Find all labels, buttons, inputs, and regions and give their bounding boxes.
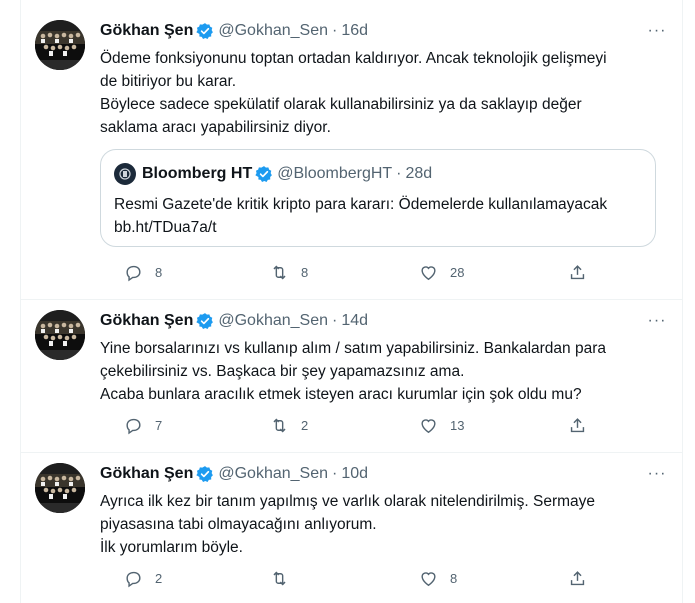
author-name[interactable]: Gökhan Şen (100, 22, 193, 40)
timestamp[interactable]: 16d (341, 22, 368, 40)
tweet-actions: 7 2 13 (100, 413, 600, 437)
reply-count: 7 (155, 417, 163, 433)
quoted-tweet[interactable]: Bloomberg HT @BloombergHT · 28d Resmi Ga… (100, 149, 656, 247)
tweet-text: Yine borsalarınızı vs kullanıp alım / sa… (100, 337, 670, 406)
tweet[interactable]: Gökhan Şen @Gokhan_Sen · 14d ··· Yine bo… (21, 300, 682, 453)
tweet-text-line: saklama aracı yapabilirsiniz diyor. (100, 119, 331, 136)
heart-icon (419, 569, 438, 588)
quoted-author-name: Bloomberg HT (142, 165, 253, 182)
quoted-avatar (114, 163, 136, 185)
reply-button[interactable]: 7 (124, 416, 175, 435)
verified-badge-icon (196, 312, 214, 330)
reply-count: 2 (155, 570, 163, 586)
author-handle[interactable]: @Gokhan_Sen (218, 312, 328, 330)
share-icon (568, 569, 587, 588)
tweet[interactable]: Gökhan Şen @Gokhan_Sen · 10d ··· Ayrıca … (21, 453, 682, 603)
tweet-text-line: de bitiriyor bu karar. (100, 73, 237, 90)
author-name[interactable]: Gökhan Şen (100, 465, 193, 483)
like-count: 13 (450, 417, 465, 433)
reply-button[interactable]: 8 (124, 263, 175, 282)
quoted-text-line: Resmi Gazete'de kritik kripto para karar… (114, 196, 608, 213)
separator: · (332, 312, 338, 329)
retweet-button[interactable] (270, 569, 321, 588)
verified-badge-icon (196, 465, 214, 483)
quoted-author-handle: @BloombergHT (277, 165, 393, 182)
tweet-header: Gökhan Şen @Gokhan_Sen · 14d (100, 310, 368, 332)
tweet-text: Ayrıca ilk kez bir tanım yapılmış ve var… (100, 490, 670, 559)
tweet-text-line: piyasasına tabi olmayacağını anlıyorum. (100, 516, 377, 533)
tweet-text-line: Böylece sadece spekülatif olarak kullana… (100, 96, 582, 113)
reply-icon (124, 569, 143, 588)
share-button[interactable] (568, 416, 587, 435)
like-button[interactable]: 8 (419, 569, 470, 588)
verified-badge-icon (255, 165, 273, 183)
share-icon (568, 263, 587, 282)
author-name[interactable]: Gökhan Şen (100, 312, 193, 330)
tweet-text-line: İlk yorumlarım böyle. (100, 539, 243, 556)
tweet-text-line: çekebilirsiniz vs. Başkaca bir şey yapam… (100, 363, 465, 380)
quoted-tweet-text: Resmi Gazete'de kritik kripto para karar… (114, 193, 607, 239)
separator: · (332, 465, 338, 482)
reply-icon (124, 416, 143, 435)
separator: · (396, 165, 402, 182)
avatar[interactable] (35, 310, 85, 360)
like-button[interactable]: 13 (419, 416, 470, 435)
verified-badge-icon (196, 22, 214, 40)
more-options-icon[interactable]: ··· (646, 20, 668, 42)
retweet-count: 8 (301, 264, 309, 280)
retweet-count: 2 (301, 417, 309, 433)
tweet-text-line: Acaba bunlara aracılık etmek isteyen ara… (100, 386, 582, 403)
heart-icon (419, 416, 438, 435)
like-count: 8 (450, 570, 458, 586)
share-button[interactable] (568, 263, 587, 282)
share-icon (568, 416, 587, 435)
tweet-header: Gökhan Şen @Gokhan_Sen · 16d (100, 20, 368, 42)
quoted-link: bb.ht/TDua7a/t (114, 219, 217, 236)
avatar[interactable] (35, 20, 85, 70)
tweet-header: Gökhan Şen @Gokhan_Sen · 10d (100, 463, 368, 485)
more-options-icon[interactable]: ··· (646, 310, 668, 332)
like-count: 28 (450, 264, 465, 280)
tweet-text-line: Ayrıca ilk kez bir tanım yapılmış ve var… (100, 493, 596, 510)
timestamp[interactable]: 14d (341, 312, 368, 330)
retweet-icon (270, 569, 289, 588)
tweet-actions: 8 8 28 (100, 260, 600, 284)
retweet-button[interactable]: 2 (270, 416, 321, 435)
avatar[interactable] (35, 463, 85, 513)
tweet-text: Ödeme fonksiyonunu toptan ortadan kaldır… (100, 47, 670, 139)
quoted-timestamp: 28d (405, 165, 433, 182)
tweet[interactable]: Gökhan Şen @Gokhan_Sen · 16d ··· Ödeme f… (21, 0, 682, 300)
tweet-text-line: Ödeme fonksiyonunu toptan ortadan kaldır… (100, 50, 607, 67)
author-handle[interactable]: @Gokhan_Sen (218, 22, 328, 40)
quoted-tweet-header: Bloomberg HT @BloombergHT · 28d (114, 162, 432, 186)
more-options-icon[interactable]: ··· (646, 463, 668, 485)
reply-icon (124, 263, 143, 282)
timestamp[interactable]: 10d (341, 465, 368, 483)
reply-button[interactable]: 2 (124, 569, 175, 588)
retweet-button[interactable]: 8 (270, 263, 321, 282)
timeline: Gökhan Şen @Gokhan_Sen · 16d ··· Ödeme f… (20, 0, 683, 603)
separator: · (332, 22, 338, 39)
reply-count: 8 (155, 264, 163, 280)
retweet-icon (270, 416, 289, 435)
tweet-text-line: Yine borsalarınızı vs kullanıp alım / sa… (100, 340, 606, 357)
retweet-icon (270, 263, 289, 282)
heart-icon (419, 263, 438, 282)
like-button[interactable]: 28 (419, 263, 470, 282)
tweet-actions: 2 8 (100, 566, 600, 590)
share-button[interactable] (568, 569, 587, 588)
author-handle[interactable]: @Gokhan_Sen (218, 465, 328, 483)
